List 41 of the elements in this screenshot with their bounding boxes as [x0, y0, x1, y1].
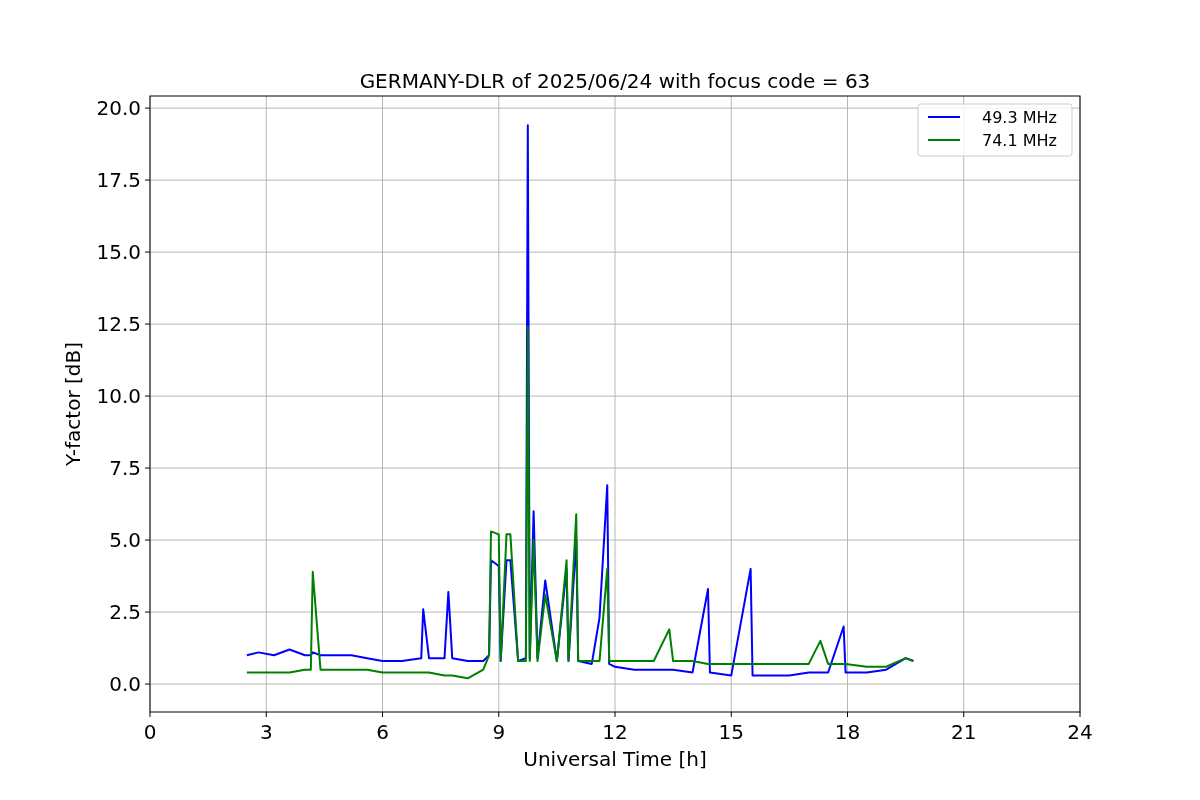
x-tick-label: 21	[951, 720, 977, 744]
tick-mark	[847, 711, 848, 718]
tick-mark	[1079, 711, 1081, 718]
y-tick-label: 15.0	[96, 240, 141, 265]
y-tick-label: 2.5	[109, 600, 141, 625]
y-tick-label: 5.0	[109, 528, 141, 553]
x-tick-label: 6	[376, 720, 389, 744]
legend-label: 74.1 MHz	[982, 131, 1057, 150]
tick-mark	[144, 323, 151, 325]
tick-mark	[149, 711, 151, 718]
chart-title: GERMANY-DLR of 2025/06/24 with focus code = 63	[359, 69, 871, 93]
legend-label: 49.3 MHz	[982, 108, 1057, 127]
tick-mark	[963, 711, 965, 718]
x-tick-label: 15	[718, 720, 744, 744]
tick-mark	[144, 107, 151, 109]
x-tick-label: 24	[1067, 720, 1093, 744]
tick-mark	[144, 539, 151, 541]
y-axis-label: Y-factor [dB]	[61, 342, 85, 466]
y-tick-label: 0.0	[109, 672, 141, 697]
tick-mark	[730, 711, 732, 718]
y-tick-label: 10.0	[96, 384, 141, 409]
tick-mark	[265, 711, 267, 718]
x-tick-label: 18	[834, 720, 861, 744]
y-tick-label: 20.0	[96, 96, 141, 121]
x-tick-label: 9	[492, 720, 506, 744]
tick-mark	[614, 711, 616, 718]
tick-mark	[144, 251, 151, 253]
tick-mark	[144, 395, 151, 397]
tick-mark	[144, 467, 151, 469]
x-axis-label: Universal Time [h]	[523, 747, 707, 771]
tick-mark	[498, 711, 500, 718]
x-tick-label: 3	[259, 720, 273, 744]
y-tick-label: 17.5	[96, 168, 141, 193]
tick-mark	[382, 711, 383, 718]
x-tick-label: 0	[143, 720, 157, 744]
tick-mark	[144, 611, 151, 613]
y-tick-label: 12.5	[96, 312, 141, 337]
tick-mark	[144, 683, 151, 685]
y-tick-label: 7.5	[109, 456, 141, 481]
x-tick-label: 12	[602, 720, 628, 744]
tick-mark	[144, 179, 151, 181]
